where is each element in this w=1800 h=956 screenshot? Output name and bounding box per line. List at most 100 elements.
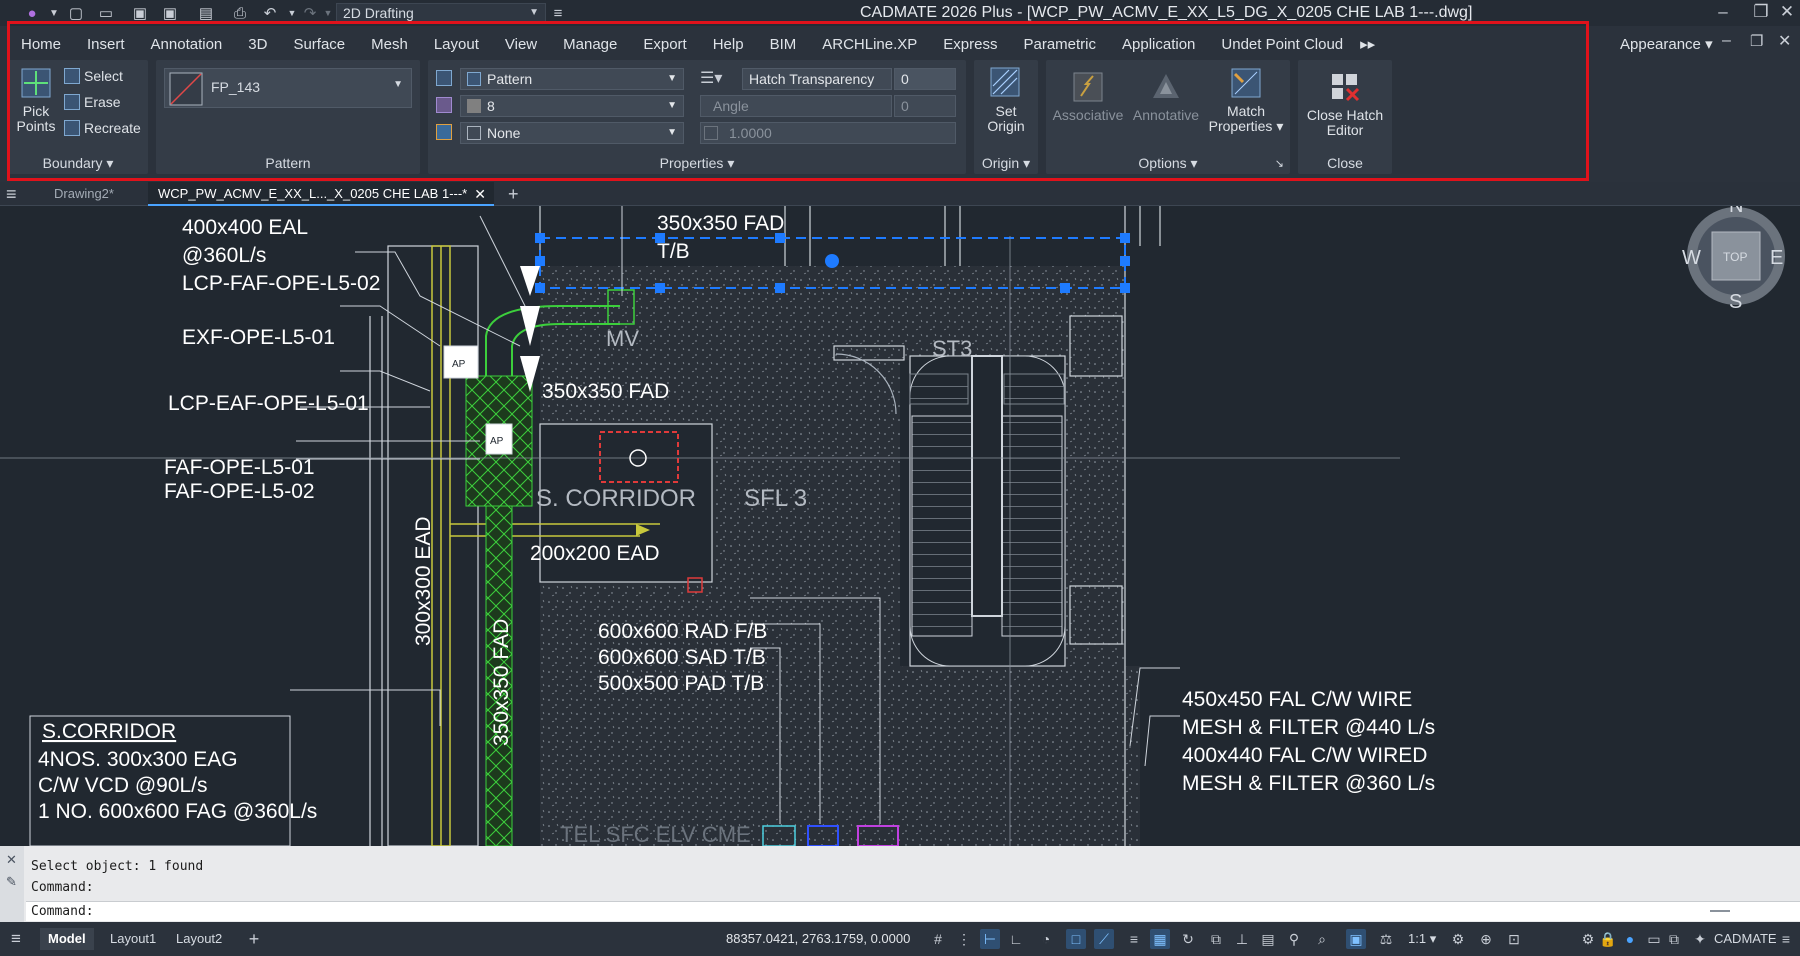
viewcube-east[interactable]: E [1770,247,1783,269]
close-hatch-editor-button[interactable]: Close Hatch Editor [1302,70,1388,138]
selection-filter-icon[interactable]: ▤ [1258,929,1278,949]
pick-points-button[interactable]: Pick Points [12,66,60,134]
doc-tab-drawing2[interactable]: Drawing2* [54,182,114,206]
hardware-acceleration-icon[interactable]: ● [1620,929,1640,949]
undo-icon[interactable]: ↶ [260,3,280,23]
tab-express[interactable]: Express [930,30,1010,60]
erase-button[interactable]: Erase [64,94,121,110]
options-panel-title[interactable]: Options ▾ [1046,152,1290,174]
transparency-input[interactable]: 0 [894,68,956,90]
tab-mesh[interactable]: Mesh [358,30,421,60]
drawing-canvas[interactable]: AP AP 400x400 EAL @360L/s 350x350 FAD T/… [0,206,1800,846]
hatch-color-select[interactable]: 8 ▼ [460,95,684,117]
scale-select[interactable]: 1:1 ▾ [1400,928,1444,950]
viewcube-north[interactable]: N [1729,206,1743,217]
tab-insert[interactable]: Insert [74,30,138,60]
background-color-select[interactable]: None ▼ [460,122,684,144]
doc-tab-active[interactable]: WCP_PW_ACMV_E_XX_L..._X_0205 CHE LAB 1--… [148,182,494,206]
workspace-select[interactable]: 2D Drafting ▼ [336,3,546,23]
hatch-type-select[interactable]: Pattern ▼ [460,68,684,90]
ribbon-restore-icon[interactable]: ❐ [1750,32,1763,50]
hamburger-menu-icon[interactable]: ≡ [6,182,17,206]
tab-parametric[interactable]: Parametric [1010,30,1109,60]
grid-icon[interactable]: # [928,929,948,949]
tab-export[interactable]: Export [630,30,699,60]
recreate-button[interactable]: Recreate [64,120,141,136]
isolate-icon[interactable]: ▣ [1346,929,1366,949]
open-folder-icon[interactable]: ▭ [96,3,116,23]
ribbon-close-icon[interactable]: ✕ [1778,31,1791,51]
snap-icon[interactable]: ⋮ [954,929,974,949]
save-as-icon[interactable]: ▣ [160,3,180,23]
close-tab-icon[interactable]: ✕ [474,182,486,206]
annotation-visibility-icon[interactable]: ⌕ [1312,929,1332,949]
selection-cycling-icon[interactable]: ↻ [1178,929,1198,949]
appearance-menu[interactable]: Appearance ▾ [1620,30,1713,60]
match-properties-button[interactable]: Match Properties ▾ [1206,66,1286,134]
dynamic-ucs-icon[interactable]: ⊥ [1232,929,1252,949]
tab-3d[interactable]: 3D [235,30,280,60]
associative-button[interactable]: Associative [1052,70,1124,123]
command-scroll-handle[interactable] [1710,910,1730,912]
redo-dropdown-icon[interactable]: ▼ [318,3,338,23]
tab-home[interactable]: Home [8,30,74,60]
app-logo-icon[interactable]: ● [22,3,42,23]
origin-panel-title[interactable]: Origin ▾ [974,152,1038,174]
polar-icon[interactable]: ◔ [1036,929,1056,949]
tab-bim[interactable]: BIM [757,30,810,60]
tab-undet-point-cloud[interactable]: Undet Point Cloud [1208,30,1356,60]
layout-tab-layout1[interactable]: Layout1 [102,928,164,950]
print-icon[interactable]: ⎙ [230,3,250,23]
layout-tab-model[interactable]: Model [40,928,94,950]
tab-surface[interactable]: Surface [280,30,358,60]
command-settings-icon[interactable]: ✎ [6,874,17,890]
annotation-monitor-icon[interactable]: ⊕ [1476,929,1496,949]
workspace-switch-icon[interactable]: ⚙ [1448,929,1468,949]
status-customize-icon[interactable]: ≡ [1776,929,1796,949]
customization-icon[interactable]: ⧉ [1664,929,1684,949]
close-command-line-icon[interactable]: ✕ [6,852,17,868]
annotative-button[interactable]: Annotative [1130,70,1202,123]
3d-osnap-icon[interactable]: ⧉ [1206,929,1226,949]
lock-icon[interactable]: 🔒 [1598,929,1618,949]
add-layout-icon[interactable]: + [244,929,264,949]
save-icon[interactable]: ▣ [130,3,150,23]
app-menu-chevron-icon[interactable]: ▼ [44,3,64,23]
minimize-button[interactable]: – [1712,2,1734,22]
set-origin-button[interactable]: Set Origin [978,66,1034,134]
more-tabs-icon[interactable]: ▸▸ [1356,30,1379,60]
infer-icon[interactable]: ⊢ [980,929,1000,949]
units-icon[interactable]: ⊡ [1504,929,1524,949]
tab-layout[interactable]: Layout [421,30,492,60]
select-button[interactable]: Select [64,68,123,84]
properties-panel-title[interactable]: Properties ▾ [428,152,966,174]
publish-icon[interactable]: ▤ [196,3,216,23]
tab-view[interactable]: View [492,30,550,60]
clean-screen-icon[interactable]: ▭ [1644,929,1664,949]
otrack-icon[interactable]: ⟋ [1094,929,1114,949]
pattern-gallery[interactable]: FP_143 ▼ [164,68,412,108]
settings-gear-icon[interactable]: ⚙ [1578,929,1598,949]
new-tab-icon[interactable]: + [508,182,519,206]
tab-annotation[interactable]: Annotation [138,30,236,60]
viewcube-south[interactable]: S [1729,291,1742,313]
ortho-icon[interactable]: ∟ [1006,929,1026,949]
layer-icon[interactable]: ☰▾ [700,68,722,88]
transparency-icon[interactable]: ▦ [1150,929,1170,949]
osnap-icon[interactable]: □ [1066,929,1086,949]
close-window-button[interactable]: ✕ [1776,2,1798,22]
redo-icon[interactable]: ↷ [300,3,320,23]
viewcube-west[interactable]: W [1682,247,1701,269]
scale-input[interactable]: 1.0000 [700,122,956,144]
tab-archline[interactable]: ARCHLine.XP [809,30,930,60]
angle-input[interactable]: 0 [894,95,956,117]
new-file-icon[interactable]: ▢ [66,3,86,23]
undo-dropdown-icon[interactable]: ▼ [282,3,302,23]
command-input[interactable]: Command: [26,901,1800,921]
restore-button[interactable]: ❐ [1750,2,1772,22]
annotation-scale-icon[interactable]: ⚖ [1376,929,1396,949]
viewcube[interactable]: TOP N S E W [1682,206,1785,313]
quick-access-customize-icon[interactable]: ≡ [548,3,568,23]
layout-tab-layout2[interactable]: Layout2 [168,928,230,950]
gizmo-icon[interactable]: ⚲ [1284,929,1304,949]
